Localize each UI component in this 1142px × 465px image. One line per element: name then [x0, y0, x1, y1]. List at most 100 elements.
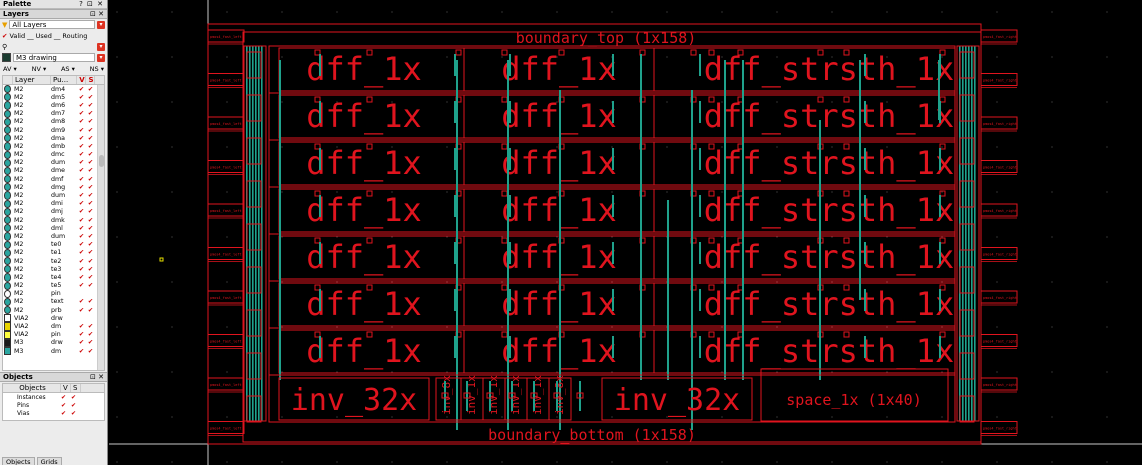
layer-row[interactable]: M3 dm ✔ ✔ [3, 347, 104, 356]
palette-window-controls[interactable]: ? ⊡ ✕ [79, 0, 104, 8]
used-checkbox[interactable]: __ [27, 32, 34, 40]
layer-selectable-checkbox[interactable] [86, 314, 95, 322]
layer-selectable-checkbox[interactable]: ✔ [86, 167, 95, 175]
layer-row[interactable]: M2 dm6 ✔ ✔ [3, 101, 104, 110]
layer-visible-checkbox[interactable]: ✔ [77, 191, 86, 199]
layer-selectable-checkbox[interactable]: ✔ [86, 257, 95, 265]
layer-row[interactable]: M2 text ✔ ✔ [3, 297, 104, 307]
layers-header-controls[interactable]: ⊡ ✕ [90, 10, 104, 18]
layer-row[interactable]: M2 dmc ✔ ✔ [3, 150, 104, 159]
object-selectable-checkbox[interactable]: ✔ [71, 402, 81, 409]
layer-row[interactable]: M2 dum ✔ ✔ [3, 158, 104, 167]
layer-row[interactable]: VIA2 drw [3, 314, 104, 323]
layout-drawing[interactable]: boundary_top (1x158) boundary_bottom (1x1… [109, 0, 1142, 465]
layer-column-header[interactable]: Layer [13, 76, 51, 84]
layer-visible-checkbox[interactable]: ✔ [77, 322, 86, 330]
layer-visible-checkbox[interactable] [77, 290, 86, 298]
layer-selectable-checkbox[interactable]: ✔ [86, 126, 95, 134]
layer-row[interactable]: M2 dm4 ✔ ✔ [3, 85, 104, 94]
layer-selectable-checkbox[interactable]: ✔ [86, 216, 95, 224]
layer-selectable-checkbox[interactable]: ✔ [86, 191, 95, 199]
layer-visible-checkbox[interactable]: ✔ [77, 175, 86, 183]
layer-search-input[interactable] [9, 42, 95, 51]
objects-column-header[interactable]: Objects [3, 384, 61, 392]
layer-row[interactable]: M2 dml ✔ ✔ [3, 224, 104, 233]
layer-row[interactable]: M2 dma ✔ ✔ [3, 134, 104, 143]
layer-selectable-checkbox[interactable]: ✔ [86, 306, 95, 314]
current-layer-dropdown-icon[interactable]: ▾ [97, 53, 105, 62]
layer-selectable-checkbox[interactable]: ✔ [86, 322, 95, 330]
layer-table-scrollbar[interactable] [97, 85, 104, 370]
layer-visible-checkbox[interactable]: ✔ [77, 347, 86, 355]
layer-selectable-checkbox[interactable]: ✔ [86, 208, 95, 216]
layer-visible-checkbox[interactable]: ✔ [77, 224, 86, 232]
layer-row[interactable]: M2 te5 ✔ ✔ [3, 281, 104, 290]
layer-row[interactable]: M2 dmj ✔ ✔ [3, 207, 104, 216]
palette-tab-grids[interactable]: Grids [36, 457, 62, 465]
layer-visible-checkbox[interactable]: ✔ [77, 331, 86, 339]
layer-selectable-checkbox[interactable]: ✔ [86, 110, 95, 118]
layer-visible-checkbox[interactable] [77, 314, 86, 322]
layer-selectable-checkbox[interactable]: ✔ [86, 175, 95, 183]
layer-visible-checkbox[interactable]: ✔ [77, 118, 86, 126]
object-visible-checkbox[interactable]: ✔ [61, 410, 71, 417]
objects-column-header[interactable]: S [71, 384, 81, 392]
layer-visible-checkbox[interactable]: ✔ [77, 282, 86, 290]
layer-visible-checkbox[interactable]: ✔ [77, 257, 86, 265]
layer-row[interactable]: M2 dm5 ✔ ✔ [3, 93, 104, 102]
layer-row[interactable]: VIA2 dm ✔ ✔ [3, 322, 104, 331]
object-selectable-checkbox[interactable]: ✔ [71, 394, 81, 401]
routing-checkbox[interactable]: __ [54, 32, 61, 40]
layer-visible-checkbox[interactable]: ✔ [77, 273, 86, 281]
layer-visible-checkbox[interactable]: ✔ [77, 216, 86, 224]
layer-row[interactable]: M2 dme ✔ ✔ [3, 166, 104, 176]
layer-selectable-checkbox[interactable]: ✔ [86, 85, 95, 93]
layer-row[interactable]: M2 dmk ✔ ✔ [3, 216, 104, 225]
layer-visible-checkbox[interactable]: ✔ [77, 151, 86, 159]
layer-row[interactable]: M2 dm9 ✔ ✔ [3, 125, 104, 135]
layer-visible-checkbox[interactable]: ✔ [77, 126, 86, 134]
layer-row[interactable]: M3 drw ✔ ✔ [3, 338, 104, 347]
layer-row[interactable]: M2 dum ✔ ✔ [3, 232, 104, 241]
layer-selectable-checkbox[interactable]: ✔ [86, 273, 95, 281]
layer-visible-checkbox[interactable]: ✔ [77, 249, 86, 257]
layer-visible-checkbox[interactable]: ✔ [77, 85, 86, 93]
layer-row[interactable]: M2 te0 ✔ ✔ [3, 240, 104, 249]
layer-row[interactable]: M2 te3 ✔ ✔ [3, 265, 104, 274]
layer-selectable-checkbox[interactable]: ✔ [86, 232, 95, 240]
visibility-button-ns[interactable]: NS ▾ [90, 65, 104, 73]
layout-canvas[interactable]: boundary_top (1x158) boundary_bottom (1x1… [109, 0, 1142, 465]
search-options-icon[interactable]: ▾ [97, 42, 105, 51]
layer-selectable-checkbox[interactable]: ✔ [86, 265, 95, 273]
layer-column-header[interactable]: V [77, 76, 86, 84]
filter-dropdown-icon[interactable]: ▾ [97, 20, 105, 29]
object-selectable-checkbox[interactable]: ✔ [71, 410, 81, 417]
layer-row[interactable]: VIA2 pin ✔ ✔ [3, 330, 104, 339]
layer-selectable-checkbox[interactable]: ✔ [86, 241, 95, 249]
layer-visible-checkbox[interactable]: ✔ [77, 200, 86, 208]
visibility-button-av[interactable]: AV ▾ [3, 65, 17, 73]
layer-selectable-checkbox[interactable]: ✔ [86, 347, 95, 355]
layer-column-header[interactable]: Pu... [51, 76, 77, 84]
layer-row[interactable]: M2 dmi ✔ ✔ [3, 199, 104, 208]
objects-row[interactable]: Vias ✔ ✔ [3, 409, 104, 417]
layer-column-header[interactable] [3, 76, 13, 84]
layer-row[interactable]: M2 dmg ✔ ✔ [3, 183, 104, 192]
layer-row[interactable]: M2 dmf ✔ ✔ [3, 175, 104, 184]
layer-visible-checkbox[interactable]: ✔ [77, 134, 86, 142]
layer-row[interactable]: M2 prb ✔ ✔ [3, 306, 104, 315]
layer-visible-checkbox[interactable]: ✔ [77, 93, 86, 101]
layer-column-header[interactable]: S [86, 76, 95, 84]
layer-visible-checkbox[interactable]: ✔ [77, 183, 86, 191]
layer-row[interactable]: M2 te1 ✔ ✔ [3, 248, 104, 257]
layer-filter-select[interactable]: All Layers [9, 20, 95, 29]
layer-selectable-checkbox[interactable]: ✔ [86, 93, 95, 101]
layer-row[interactable]: M2 dum ✔ ✔ [3, 191, 104, 200]
layer-selectable-checkbox[interactable]: ✔ [86, 331, 95, 339]
layer-selectable-checkbox[interactable]: ✔ [86, 183, 95, 191]
layer-selectable-checkbox[interactable]: ✔ [86, 298, 95, 306]
objects-row[interactable]: Pins ✔ ✔ [3, 401, 104, 409]
objects-header-controls[interactable]: ⊡ ✕ [90, 373, 104, 381]
layer-visible-checkbox[interactable]: ✔ [77, 208, 86, 216]
valid-checkbox[interactable]: ✔ [2, 32, 7, 40]
